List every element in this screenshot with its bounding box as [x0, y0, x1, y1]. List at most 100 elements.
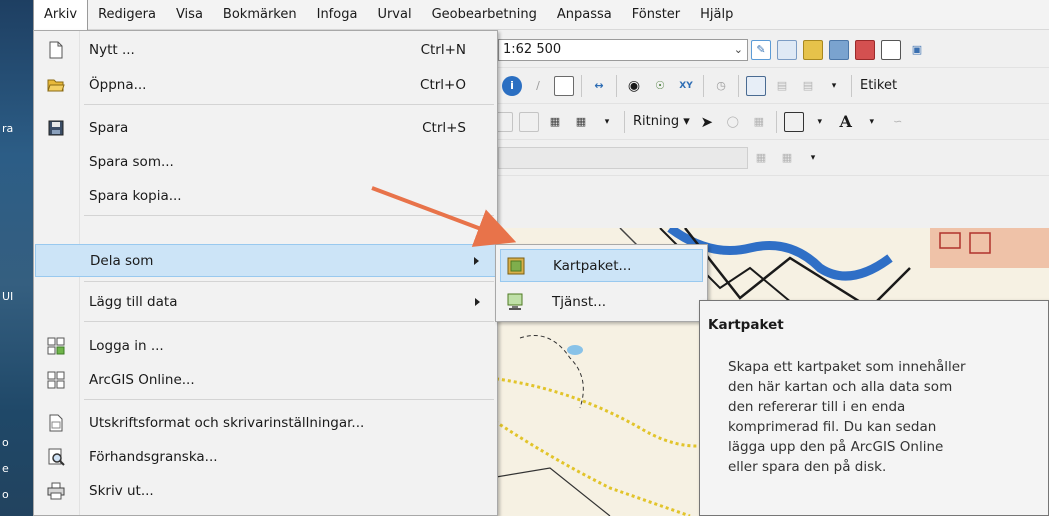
menu-item-share-as[interactable]: Dela som: [35, 244, 496, 277]
tooltip-line: Skapa ett kartpaket som innehåller: [728, 359, 966, 375]
menu-item-save-copy[interactable]: Spara kopia...: [35, 179, 496, 212]
menu-anpassa[interactable]: Anpassa: [547, 0, 622, 30]
scale-combobox[interactable]: 1:62 500 ⌄: [498, 38, 748, 61]
tooltip-title: Kartpaket: [708, 317, 784, 333]
go-to-xy-icon[interactable]: XY: [676, 76, 696, 96]
tooltip-line: eller spara den på disk.: [728, 459, 887, 475]
menu-item-sign-in[interactable]: Logga in ...: [35, 329, 496, 362]
grid-disabled-icon: ▦: [755, 151, 767, 164]
menu-item-label: Lägg till data: [89, 293, 178, 310]
arcgis-online-grid-icon: [47, 371, 65, 389]
menu-item-save-as[interactable]: Spara som...: [35, 145, 496, 178]
labeling-toolbar-label[interactable]: Etiket: [860, 78, 897, 93]
toolbar-overflow-icon[interactable]: ▾: [824, 76, 844, 96]
menu-separator: [84, 399, 494, 400]
search-window-icon[interactable]: [829, 39, 849, 60]
modelbuilder-icon[interactable]: ▣: [907, 40, 927, 60]
menu-item-label: Logga in ...: [89, 337, 164, 354]
html-popup-icon[interactable]: [554, 75, 574, 96]
tooltip-line: komprimerad fil. Du kan sedan: [728, 419, 937, 435]
layout-order-icon[interactable]: ▦: [571, 112, 591, 132]
editor-pencil-icon[interactable]: ✎: [751, 39, 771, 60]
drawing-label: Ritning: [633, 114, 680, 129]
desktop-background: ra UI o e o: [0, 0, 33, 516]
text-tool-icon[interactable]: A: [836, 112, 856, 132]
menu-item-print[interactable]: Skriv ut...: [35, 474, 496, 507]
zoom-to-elements-disabled-icon: ▦: [753, 115, 764, 128]
menu-item-label: Utskriftsformat och skrivarinställningar…: [89, 414, 365, 431]
menu-item-add-data[interactable]: Lägg till data: [35, 285, 496, 318]
arctoolbox-icon[interactable]: [855, 39, 875, 60]
table-of-contents-icon[interactable]: [777, 39, 797, 60]
menu-separator: [84, 215, 494, 216]
select-elements-arrow-icon[interactable]: ➤: [697, 112, 717, 132]
layout-disabled-icon: [519, 111, 539, 132]
menu-item-page-print-setup[interactable]: Utskriftsformat och skrivarinställningar…: [35, 406, 496, 439]
layout-group-icon[interactable]: ▦: [545, 112, 565, 132]
menu-hjalp[interactable]: Hjälp: [690, 0, 743, 30]
menu-item-print-preview[interactable]: Förhandsgranska...: [35, 440, 496, 473]
menu-item-open[interactable]: Öppna... Ctrl+O: [35, 68, 496, 101]
menu-visa[interactable]: Visa: [166, 0, 213, 30]
toolbar-row-draw: ▦ ▦ ▾ Ritning ▾ ➤ ◯ ▦ ▾ A ▾ ∽: [490, 104, 1049, 140]
menu-fonster[interactable]: Fönster: [622, 0, 690, 30]
menu-item-shortcut: Ctrl+N: [420, 41, 466, 58]
submenu-item-map-package[interactable]: Kartpaket...: [500, 249, 703, 282]
submenu-arrow-icon: [475, 297, 480, 306]
trail: [490, 416, 691, 516]
menu-item-save[interactable]: Spara Ctrl+S: [35, 111, 496, 144]
menu-item-label: Nytt ...: [89, 41, 135, 58]
python-window-icon[interactable]: [881, 39, 901, 60]
menu-item-label: Spara som...: [89, 153, 174, 170]
toolbar-row-tools: i ∕ ↔ ◉ ☉ XY ◷ ▤ ▤ ▾ Etiket: [490, 68, 1049, 104]
menu-infoga[interactable]: Infoga: [307, 0, 368, 30]
menu-item-label: Spara kopia...: [89, 187, 182, 204]
hyperlink-icon[interactable]: ∕: [528, 76, 548, 96]
time-slider-icon[interactable]: ◷: [711, 76, 731, 96]
menu-urval[interactable]: Urval: [367, 0, 421, 30]
menu-item-arcgis-online[interactable]: ArcGIS Online...: [35, 363, 496, 396]
catalog-icon[interactable]: [803, 39, 823, 60]
chevron-down-icon[interactable]: ▾: [810, 112, 830, 132]
tooltip-line: den refererar till i en enda: [728, 399, 906, 415]
menu-geobearbetning[interactable]: Geobearbetning: [422, 0, 547, 30]
toolbar-overflow-icon[interactable]: ▾: [803, 148, 823, 168]
map-package-icon: [507, 257, 525, 275]
menu-item-shortcut: Ctrl+O: [420, 76, 466, 93]
toolbar-separator: [738, 74, 739, 97]
chevron-down-icon[interactable]: ▾: [862, 112, 882, 132]
drawing-menu-label[interactable]: Ritning ▾: [633, 114, 690, 129]
rectangle-tool-icon[interactable]: [783, 111, 804, 132]
toolbar-separator: [851, 74, 852, 97]
tooltip-line: lägga upp den på ArcGIS Online: [728, 439, 944, 455]
toolbar-separator: [624, 110, 625, 133]
toolbar-row-standard: 1:62 500 ⌄ ✎ ▣: [490, 32, 1049, 68]
menu-redigera[interactable]: Redigera: [88, 0, 166, 30]
submenu-item-service[interactable]: Tjänst...: [500, 285, 703, 318]
save-disk-icon: [47, 119, 65, 137]
desktop-fragment: UI: [2, 290, 14, 303]
new-document-icon: [47, 41, 65, 59]
menu-arkiv[interactable]: Arkiv: [33, 0, 89, 30]
chevron-down-icon[interactable]: ⌄: [734, 43, 743, 56]
identify-icon[interactable]: i: [502, 75, 522, 96]
tooltip-line: den här kartan och alla data som: [728, 379, 953, 395]
submenu-arrow-icon: [474, 256, 479, 265]
find-route-icon[interactable]: ☉: [650, 76, 670, 96]
curved-text-disabled-icon: ∽: [893, 115, 903, 128]
menu-item-new[interactable]: Nytt ... Ctrl+N: [35, 33, 496, 66]
toolbar-separator: [581, 74, 582, 97]
menu-item-label: Förhandsgranska...: [89, 448, 218, 465]
measure-icon[interactable]: ↔: [589, 76, 609, 96]
service-icon: [506, 293, 524, 311]
toolbar-area: 1:62 500 ⌄ ✎ ▣ i ∕ ↔ ◉ ☉ XY ◷ ▤ ▤ ▾ Etik…: [490, 30, 1049, 228]
share-as-submenu: Kartpaket... Tjänst...: [495, 244, 708, 322]
open-folder-icon: [47, 76, 65, 94]
tooltip-body: Skapa ett kartpaket som innehåller den h…: [728, 357, 1028, 477]
find-binoculars-icon[interactable]: ◉: [624, 76, 644, 96]
menu-bokmarken[interactable]: Bokmärken: [213, 0, 307, 30]
toolbar-overflow-icon[interactable]: ▾: [597, 112, 617, 132]
path: [490, 467, 611, 516]
create-viewer-icon[interactable]: [746, 75, 766, 96]
page-setup-icon: [47, 414, 65, 432]
